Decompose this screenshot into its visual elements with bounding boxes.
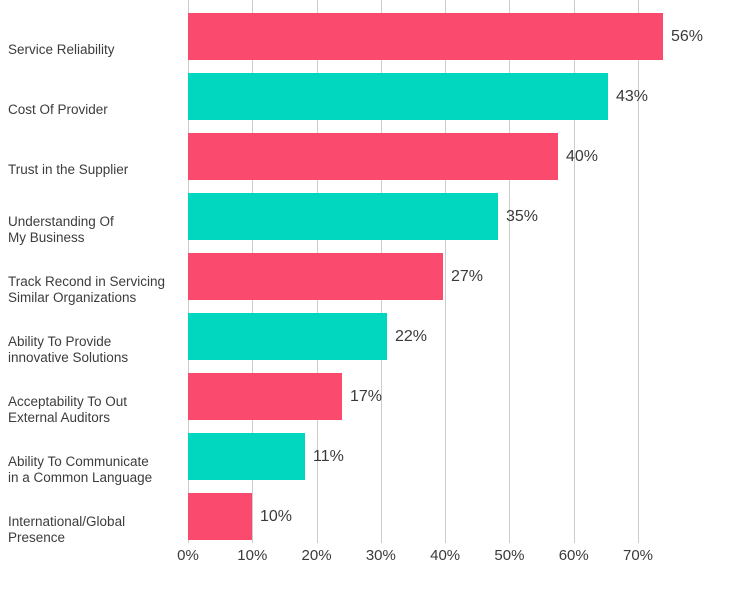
bar-value-label: 35% [506,207,539,225]
bar[interactable] [188,433,305,480]
x-tick-label: 30% [365,547,396,564]
bar[interactable] [188,313,387,360]
bar-value-label: 17% [350,387,383,405]
category-label: Trust in the Supplier [8,161,129,177]
x-tick-label: 10% [237,547,268,564]
gridline [638,0,639,543]
bar-value-label: 11% [313,447,344,465]
x-axis-tick-labels: 0% 10% 20% 30% 40% 50% 60% 70% [0,547,750,571]
bar-chart: 56% 43% 40% 35% 27% 22% 17% 11% 10% Service Reli… [0,0,750,600]
x-tick-label: 40% [430,547,461,564]
x-tick-label: 20% [301,547,332,564]
category-label: International/Global Presence [8,513,126,545]
bar[interactable] [188,133,558,180]
bar[interactable] [188,493,252,540]
bar[interactable] [188,253,443,300]
category-label: Ability To Provide innovative Solutions [8,333,129,365]
bar-value-label: 27% [451,267,484,285]
x-tick-label: 60% [558,547,589,564]
plot-area [188,0,663,543]
bar-value-label: 56% [671,27,704,45]
bar[interactable] [188,73,608,120]
x-tick-label: 70% [622,547,654,564]
category-label: Track Recond in Servicing Similar Organi… [8,273,166,305]
x-tick-label: 0% [177,547,199,564]
category-label: Understanding Of My Business [8,213,114,245]
category-label: Ability To Communicate in a Common Langu… [8,453,153,485]
bar[interactable] [188,13,663,60]
bar-value-label: 40% [566,147,599,165]
category-label: Service Reliability [8,41,115,57]
category-label: Cost Of Provider [8,101,108,117]
category-label: Acceptability To Out External Auditors [8,393,128,425]
x-tick-label: 50% [494,547,525,564]
bar-value-label: 22% [395,327,428,345]
bar[interactable] [188,193,498,240]
bar-value-label: 10% [260,507,293,525]
bar-value-label: 43% [616,87,649,105]
bar[interactable] [188,373,342,420]
